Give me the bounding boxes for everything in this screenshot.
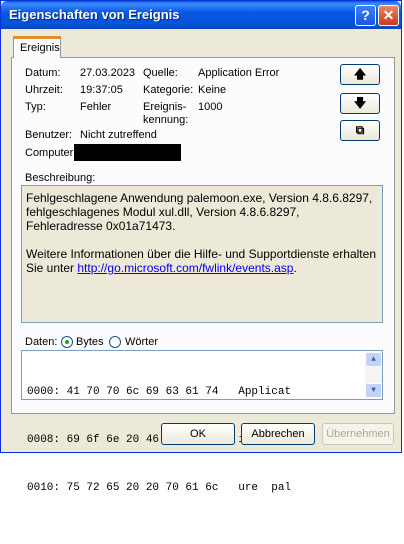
event-properties-dialog: Eigenschaften von Ereignis ? ✕ Ereignis … <box>0 0 402 494</box>
datum-label: Datum: <box>25 67 61 79</box>
scroll-up-icon[interactable]: ▲ <box>365 352 382 367</box>
tab-ereignis[interactable]: Ereignis <box>13 36 61 58</box>
hex-data-view[interactable]: 0000: 41 70 70 6c 69 63 61 74 Applicat 0… <box>21 350 383 494</box>
hex-row: 0010: 75 72 65 20 20 70 61 6c ure pal <box>27 482 292 494</box>
kennung-label-line2: kennung: <box>143 114 189 126</box>
next-event-button[interactable]: 🡇 <box>340 93 380 114</box>
scroll-down-icon[interactable]: ▼ <box>365 383 382 398</box>
bytes-radio[interactable] <box>61 336 73 348</box>
uhrzeit-label: Uhrzeit: <box>25 84 63 96</box>
kategorie-label: Kategorie: <box>143 84 194 96</box>
typ-value: Fehler <box>80 101 112 113</box>
kennung-label-line1: Ereignis- <box>143 101 187 113</box>
words-radio[interactable] <box>109 336 121 348</box>
copy-icon: ⧉ <box>355 123 365 137</box>
description-text[interactable]: Fehlgeschlagene Anwendung palemoon.exe, … <box>21 185 383 323</box>
kategorie-value: Keine <box>198 84 227 96</box>
close-button[interactable]: ✕ <box>378 5 399 26</box>
bytes-label[interactable]: Bytes <box>76 336 104 348</box>
arrow-up-icon: 🡅 <box>353 67 367 81</box>
ok-button[interactable]: OK <box>161 423 235 445</box>
help-button[interactable]: ? <box>355 5 376 26</box>
computer-value-redacted <box>74 144 181 161</box>
previous-event-button[interactable]: 🡅 <box>340 64 380 85</box>
help-link[interactable]: http://go.microsoft.com/fwlink/events.as… <box>77 261 293 275</box>
uhrzeit-value: 19:37:05 <box>80 84 123 96</box>
computer-label: Computer: <box>25 147 77 159</box>
kennung-value: 1000 <box>198 101 223 113</box>
hex-row: 0000: 41 70 70 6c 69 63 61 74 Applicat <box>27 386 292 398</box>
copy-button[interactable]: ⧉ <box>340 120 380 141</box>
description-period: . <box>293 261 297 275</box>
hex-scrollbar[interactable]: ▲ ▼ <box>365 352 382 398</box>
data-label: Daten: <box>25 336 58 348</box>
cancel-button[interactable]: Abbrechen <box>241 423 315 445</box>
arrow-down-icon: 🡇 <box>353 96 367 110</box>
words-label[interactable]: Wörter <box>125 336 158 348</box>
datum-value: 27.03.2023 <box>80 67 136 79</box>
window-title: Eigenschaften von Ereignis <box>9 7 180 22</box>
title-bar[interactable]: Eigenschaften von Ereignis ? ✕ <box>1 1 401 29</box>
quelle-label: Quelle: <box>143 67 178 79</box>
benutzer-value: Nicht zutreffend <box>80 129 157 141</box>
description-label: Beschreibung: <box>25 172 96 184</box>
typ-label: Typ: <box>25 101 46 113</box>
apply-button: Übernehmen <box>322 423 394 445</box>
description-paragraph-2: Weitere Informationen über die Hilfe- un… <box>26 247 378 275</box>
benutzer-label: Benutzer: <box>25 129 73 141</box>
quelle-value: Application Error <box>198 67 280 79</box>
description-paragraph-1: Fehlgeschlagene Anwendung palemoon.exe, … <box>26 191 373 233</box>
